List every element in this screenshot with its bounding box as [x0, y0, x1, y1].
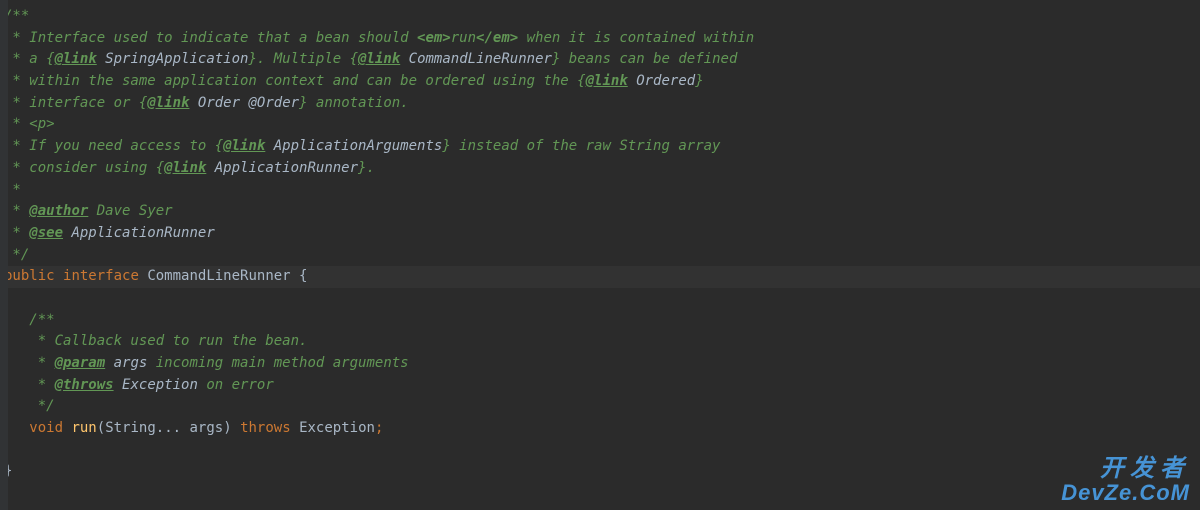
link-reference[interactable]: ApplicationRunner [215, 160, 358, 176]
javadoc-text: } annotation. [299, 95, 409, 111]
link-reference[interactable]: @Order [248, 95, 299, 111]
javadoc-text: } instead of the raw String array [442, 138, 720, 154]
keyword-throws: throws [240, 420, 291, 436]
link-reference[interactable]: SpringApplication [105, 51, 248, 67]
link-tag: @link [164, 160, 206, 176]
javadoc-line: * [4, 355, 55, 371]
param-desc: incoming main method arguments [147, 355, 408, 371]
javadoc-line: * Callback used to run the bean. [4, 333, 307, 349]
link-tag: @link [55, 51, 97, 67]
em-tag: <em> [417, 30, 451, 46]
exception-type: Exception [299, 420, 375, 436]
watermark: 开发者 DevZe.CoM [1061, 456, 1190, 504]
paren-close: ) [223, 420, 240, 436]
javadoc-text: run [451, 30, 476, 46]
javadoc-text: }. Multiple { [248, 51, 358, 67]
javadoc-text: } beans can be defined [552, 51, 737, 67]
current-line: public interface CommandLineRunner { [4, 266, 1200, 288]
link-reference[interactable]: Order [198, 95, 240, 111]
keyword-void: void [29, 420, 63, 436]
link-tag: @link [586, 73, 628, 89]
link-tag: @link [223, 138, 265, 154]
see-reference[interactable]: ApplicationRunner [71, 225, 214, 241]
javadoc-line: * within the same application context an… [4, 73, 586, 89]
javadoc-text: } [695, 73, 703, 89]
code-editor[interactable]: /** * Interface used to indicate that a … [4, 6, 1200, 483]
javadoc-line: * <p> [4, 116, 55, 132]
param-name: args [189, 420, 223, 436]
throws-desc: on error [198, 377, 274, 393]
see-tag: @see [29, 225, 63, 241]
method-name: run [71, 420, 96, 436]
editor-gutter [0, 0, 8, 510]
author-name: Dave Syer [88, 203, 172, 219]
javadoc-open: /** [4, 312, 55, 328]
interface-name: CommandLineRunner [147, 268, 290, 284]
javadoc-line: * consider using { [4, 160, 164, 176]
javadoc-line: * interface or { [4, 95, 147, 111]
link-tag: @link [358, 51, 400, 67]
em-tag-close: </em> [476, 30, 518, 46]
javadoc-text: when it is contained within [518, 30, 754, 46]
varargs: ... [156, 420, 190, 436]
link-reference[interactable]: CommandLineRunner [409, 51, 552, 67]
throws-tag: @throws [55, 377, 114, 393]
link-reference[interactable]: ApplicationArguments [274, 138, 443, 154]
brace-open: { [299, 268, 307, 284]
javadoc-line: * a { [4, 51, 55, 67]
watermark-line1: 开发者 [1061, 456, 1190, 481]
keyword-interface: interface [63, 268, 139, 284]
javadoc-line: * [4, 377, 55, 393]
javadoc-line: * Interface used to indicate that a bean… [4, 30, 417, 46]
javadoc-text: }. [358, 160, 375, 176]
throws-reference[interactable]: Exception [122, 377, 198, 393]
link-tag: @link [147, 95, 189, 111]
semicolon: ; [375, 420, 383, 436]
param-type: String [105, 420, 156, 436]
javadoc-close: */ [4, 398, 55, 414]
author-tag: @author [29, 203, 88, 219]
param-name: args [114, 355, 148, 371]
paren-open: ( [97, 420, 105, 436]
javadoc-line: * If you need access to { [4, 138, 223, 154]
link-reference[interactable]: Ordered [636, 73, 695, 89]
watermark-line2: DevZe.CoM [1061, 481, 1190, 504]
keyword-public: public [4, 268, 55, 284]
param-tag: @param [55, 355, 106, 371]
